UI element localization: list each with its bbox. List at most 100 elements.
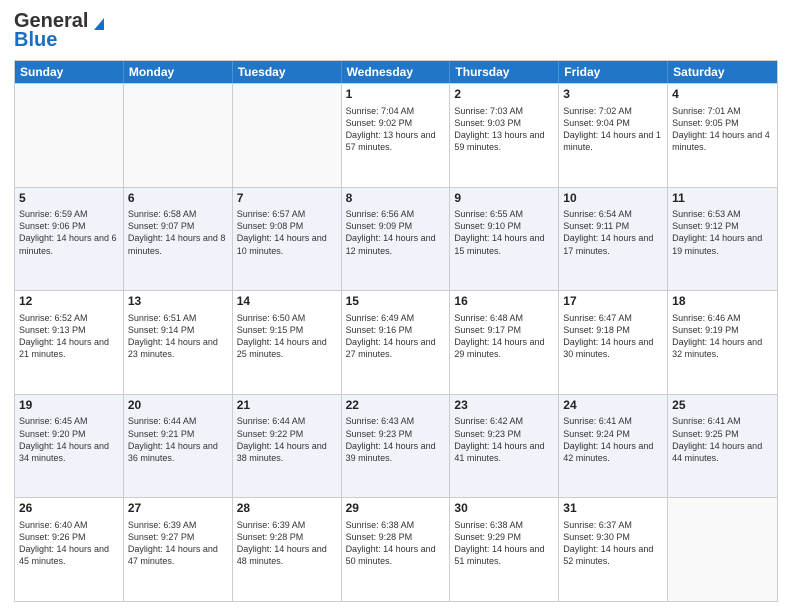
- calendar-cell: 19Sunrise: 6:45 AMSunset: 9:20 PMDayligh…: [15, 395, 124, 498]
- cell-info: Daylight: 14 hours and 19 minutes.: [672, 232, 773, 256]
- cell-info: Sunset: 9:12 PM: [672, 220, 773, 232]
- cell-info: Sunrise: 6:37 AM: [563, 519, 663, 531]
- calendar-cell: 3Sunrise: 7:02 AMSunset: 9:04 PMDaylight…: [559, 84, 668, 187]
- cell-info: Sunset: 9:09 PM: [346, 220, 446, 232]
- header-day-thursday: Thursday: [450, 61, 559, 83]
- calendar-cell: 27Sunrise: 6:39 AMSunset: 9:27 PMDayligh…: [124, 498, 233, 601]
- cell-info: Sunset: 9:07 PM: [128, 220, 228, 232]
- cell-info: Daylight: 14 hours and 12 minutes.: [346, 232, 446, 256]
- cell-info: Sunset: 9:16 PM: [346, 324, 446, 336]
- calendar-cell: 8Sunrise: 6:56 AMSunset: 9:09 PMDaylight…: [342, 188, 451, 291]
- calendar-body: 1Sunrise: 7:04 AMSunset: 9:02 PMDaylight…: [15, 83, 777, 601]
- cell-info: Sunset: 9:11 PM: [563, 220, 663, 232]
- cell-info: Daylight: 14 hours and 48 minutes.: [237, 543, 337, 567]
- cell-info: Sunset: 9:27 PM: [128, 531, 228, 543]
- calendar-cell: 17Sunrise: 6:47 AMSunset: 9:18 PMDayligh…: [559, 291, 668, 394]
- cell-info: Daylight: 14 hours and 10 minutes.: [237, 232, 337, 256]
- cell-info: Sunset: 9:28 PM: [346, 531, 446, 543]
- cell-info: Sunset: 9:03 PM: [454, 117, 554, 129]
- cell-info: Daylight: 13 hours and 57 minutes.: [346, 129, 446, 153]
- cell-info: Sunrise: 6:52 AM: [19, 312, 119, 324]
- day-number: 21: [237, 398, 337, 414]
- calendar-cell: [124, 84, 233, 187]
- cell-info: Daylight: 14 hours and 50 minutes.: [346, 543, 446, 567]
- cell-info: Sunrise: 6:56 AM: [346, 208, 446, 220]
- cell-info: Sunrise: 6:39 AM: [237, 519, 337, 531]
- cell-info: Daylight: 14 hours and 36 minutes.: [128, 440, 228, 464]
- calendar-cell: 31 Sunrise: 6:37 AMSunset: 9:30 PMDayligh…: [559, 498, 668, 601]
- cell-info: Sunrise: 6:44 AM: [128, 415, 228, 427]
- cell-info: Sunset: 9:14 PM: [128, 324, 228, 336]
- calendar-week-4: 19Sunrise: 6:45 AMSunset: 9:20 PMDayligh…: [15, 394, 777, 498]
- cell-info: Sunset: 9:08 PM: [237, 220, 337, 232]
- cell-info: Sunset: 9:23 PM: [454, 428, 554, 440]
- cell-info: Sunset: 9:23 PM: [346, 428, 446, 440]
- cell-info: Daylight: 14 hours and 41 minutes.: [454, 440, 554, 464]
- cell-info: Sunrise: 6:45 AM: [19, 415, 119, 427]
- calendar-cell: 22Sunrise: 6:43 AMSunset: 9:23 PMDayligh…: [342, 395, 451, 498]
- header-day-friday: Friday: [559, 61, 668, 83]
- cell-info: Daylight: 14 hours and 44 minutes.: [672, 440, 773, 464]
- day-number: 16: [454, 294, 554, 310]
- cell-info: Sunrise: 7:02 AM: [563, 105, 663, 117]
- calendar-cell: 28Sunrise: 6:39 AMSunset: 9:28 PMDayligh…: [233, 498, 342, 601]
- day-number: 6: [128, 191, 228, 207]
- cell-info: Daylight: 14 hours and 47 minutes.: [128, 543, 228, 567]
- calendar-cell: [668, 498, 777, 601]
- cell-info: Sunset: 9:20 PM: [19, 428, 119, 440]
- day-number: 4: [672, 87, 773, 103]
- cell-info: Sunset: 9:29 PM: [454, 531, 554, 543]
- day-number: 9: [454, 191, 554, 207]
- calendar-cell: 20Sunrise: 6:44 AMSunset: 9:21 PMDayligh…: [124, 395, 233, 498]
- calendar-cell: 7Sunrise: 6:57 AMSunset: 9:08 PMDaylight…: [233, 188, 342, 291]
- day-number: 15: [346, 294, 446, 310]
- day-number: 12: [19, 294, 119, 310]
- cell-info: Daylight: 14 hours and 8 minutes.: [128, 232, 228, 256]
- cell-info: Sunset: 9:26 PM: [19, 531, 119, 543]
- cell-info: Daylight: 14 hours and 34 minutes.: [19, 440, 119, 464]
- cell-info: Daylight: 14 hours and 30 minutes.: [563, 336, 663, 360]
- calendar-cell: 30Sunrise: 6:38 AMSunset: 9:29 PMDayligh…: [450, 498, 559, 601]
- day-number: 29: [346, 501, 446, 517]
- cell-info: Sunrise: 7:04 AM: [346, 105, 446, 117]
- calendar-cell: 1Sunrise: 7:04 AMSunset: 9:02 PMDaylight…: [342, 84, 451, 187]
- day-number: 31: [563, 501, 663, 517]
- cell-info: Sunset: 9:02 PM: [346, 117, 446, 129]
- cell-info: Sunrise: 6:47 AM: [563, 312, 663, 324]
- calendar-cell: 6Sunrise: 6:58 AMSunset: 9:07 PMDaylight…: [124, 188, 233, 291]
- page: General Blue SundayMondayTuesdayWednesda…: [0, 0, 792, 612]
- calendar: SundayMondayTuesdayWednesdayThursdayFrid…: [14, 60, 778, 602]
- cell-info: Sunrise: 6:42 AM: [454, 415, 554, 427]
- cell-info: Sunrise: 6:38 AM: [454, 519, 554, 531]
- calendar-cell: [15, 84, 124, 187]
- header-day-monday: Monday: [124, 61, 233, 83]
- cell-info: Sunset: 9:30 PM: [563, 531, 663, 543]
- header-day-sunday: Sunday: [15, 61, 124, 83]
- cell-info: Sunrise: 6:46 AM: [672, 312, 773, 324]
- day-number: 30: [454, 501, 554, 517]
- cell-info: Sunrise: 6:59 AM: [19, 208, 119, 220]
- calendar-cell: 26Sunrise: 6:40 AMSunset: 9:26 PMDayligh…: [15, 498, 124, 601]
- day-number: 13: [128, 294, 228, 310]
- day-number: 25: [672, 398, 773, 414]
- cell-info: Sunset: 9:05 PM: [672, 117, 773, 129]
- cell-info: Daylight: 14 hours and 52 minutes.: [563, 543, 663, 567]
- calendar-cell: 4Sunrise: 7:01 AMSunset: 9:05 PMDaylight…: [668, 84, 777, 187]
- cell-info: Sunrise: 6:44 AM: [237, 415, 337, 427]
- calendar-header: SundayMondayTuesdayWednesdayThursdayFrid…: [15, 61, 777, 83]
- calendar-cell: 10Sunrise: 6:54 AMSunset: 9:11 PMDayligh…: [559, 188, 668, 291]
- day-number: 7: [237, 191, 337, 207]
- cell-info: Sunrise: 6:41 AM: [672, 415, 773, 427]
- calendar-cell: 21Sunrise: 6:44 AMSunset: 9:22 PMDayligh…: [233, 395, 342, 498]
- calendar-week-1: 1Sunrise: 7:04 AMSunset: 9:02 PMDaylight…: [15, 83, 777, 187]
- day-number: 18: [672, 294, 773, 310]
- calendar-cell: 24Sunrise: 6:41 AMSunset: 9:24 PMDayligh…: [559, 395, 668, 498]
- cell-info: Daylight: 14 hours and 42 minutes.: [563, 440, 663, 464]
- header: General Blue: [14, 10, 778, 52]
- day-number: 20: [128, 398, 228, 414]
- calendar-cell: 13Sunrise: 6:51 AMSunset: 9:14 PMDayligh…: [124, 291, 233, 394]
- day-number: 8: [346, 191, 446, 207]
- day-number: 17: [563, 294, 663, 310]
- cell-info: Sunrise: 6:38 AM: [346, 519, 446, 531]
- calendar-cell: 11Sunrise: 6:53 AMSunset: 9:12 PMDayligh…: [668, 188, 777, 291]
